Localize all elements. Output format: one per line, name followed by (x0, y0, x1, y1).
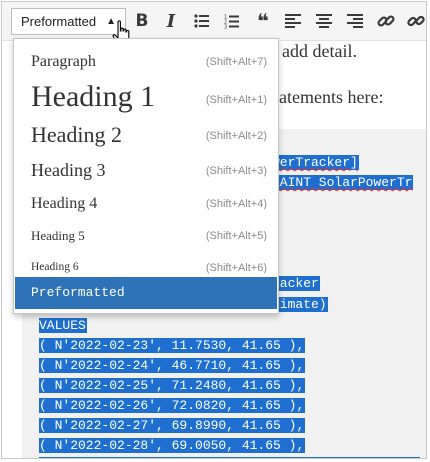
quote-icon: ❝ (257, 9, 269, 33)
code-line: VALUES (39, 318, 87, 333)
code-fragment-1: werTracker] (272, 155, 359, 170)
code-fragment-4: timate) (272, 297, 328, 312)
italic-button[interactable]: I (159, 10, 183, 32)
menu-item-shortcut: (Shift+Alt+2) (205, 130, 267, 142)
format-select-value: Preformatted (21, 14, 97, 29)
svg-text:3: 3 (224, 24, 227, 29)
menu-item-shortcut: (Shift+Alt+4) (205, 198, 267, 210)
unlink-icon (407, 15, 425, 27)
code-line-partial (39, 457, 420, 458)
menu-item-shortcut: (Shift+Alt+6) (205, 262, 267, 274)
numbered-list-button[interactable]: 1 2 3 (220, 10, 244, 32)
editor-frame: Preformatted ▲ B I 1 2 3 ❝ add detail. t… (1, 1, 427, 459)
numbered-list-icon: 1 2 3 (224, 14, 239, 29)
code-fragment-3: racker (272, 276, 320, 291)
menu-item-heading-2[interactable]: Heading 2 (Shift+Alt+2) (15, 121, 277, 157)
menu-item-label: Heading 1 (31, 80, 156, 113)
align-right-icon (347, 14, 363, 28)
editor-toolbar: Preformatted ▲ B I 1 2 3 ❝ (2, 2, 426, 46)
bullet-list-icon (194, 14, 209, 28)
menu-item-shortcut: (Shift+Alt+7) (205, 56, 267, 68)
format-dropdown-menu: Paragraph (Shift+Alt+7) Heading 1 (Shift… (13, 38, 279, 314)
unlink-button[interactable] (404, 10, 426, 32)
menu-item-label: Heading 4 (31, 195, 98, 212)
menu-item-label: Heading 6 (31, 261, 79, 273)
code-line: ( N'2022-02-24', 46.7710, 41.65 ), (39, 358, 306, 373)
link-button[interactable] (374, 10, 398, 32)
menu-item-heading-5[interactable]: Heading 5 (Shift+Alt+5) (15, 221, 277, 253)
menu-item-label: Paragraph (31, 53, 96, 70)
menu-item-heading-4[interactable]: Heading 4 (Shift+Alt+4) (15, 189, 277, 221)
menu-item-heading-3[interactable]: Heading 3 (Shift+Alt+3) (15, 157, 277, 189)
italic-icon: I (166, 10, 176, 32)
align-right-button[interactable] (343, 10, 367, 32)
blockquote-button[interactable]: ❝ (251, 9, 275, 33)
align-center-icon (316, 14, 332, 28)
menu-item-shortcut: (Shift+Alt+1) (205, 94, 267, 106)
link-icon (377, 15, 395, 27)
align-left-icon (285, 14, 301, 28)
paragraph-text-2: tatements here: (274, 87, 384, 107)
menu-item-label: Heading 3 (31, 160, 106, 180)
menu-item-label: Heading 5 (31, 228, 85, 243)
menu-item-shortcut: (Shift+Alt+3) (205, 165, 267, 177)
bullet-list-button[interactable] (190, 10, 214, 32)
align-center-button[interactable] (312, 10, 336, 32)
code-line: ( N'2022-02-23', 11.7530, 41.65 ), (39, 338, 306, 353)
code-line: ( N'2022-02-28', 69.0050, 41.65 ), (39, 438, 306, 453)
menu-item-label: Preformatted (31, 285, 125, 300)
menu-item-paragraph[interactable]: Paragraph (Shift+Alt+7) (15, 45, 277, 79)
menu-item-heading-1[interactable]: Heading 1 (Shift+Alt+1) (15, 79, 277, 121)
format-select[interactable]: Preformatted ▲ (11, 8, 126, 35)
menu-item-label: Heading 2 (31, 122, 123, 147)
bold-icon: B (135, 11, 149, 31)
bold-button[interactable]: B (130, 10, 154, 32)
menu-item-preformatted[interactable]: Preformatted (15, 277, 277, 309)
paragraph-text-1: add detail. (282, 41, 357, 61)
code-fragment-2: RAINT SolarPowerTr (272, 175, 414, 190)
code-line: ( N'2022-02-26', 72.0820, 41.65 ), (39, 398, 306, 413)
code-line: ( N'2022-02-25', 71.2480, 41.65 ), (39, 378, 306, 393)
align-left-button[interactable] (281, 10, 305, 32)
menu-item-shortcut: (Shift+Alt+5) (205, 230, 267, 242)
code-line: ( N'2022-02-27', 69.8990, 41.65 ), (39, 418, 306, 433)
